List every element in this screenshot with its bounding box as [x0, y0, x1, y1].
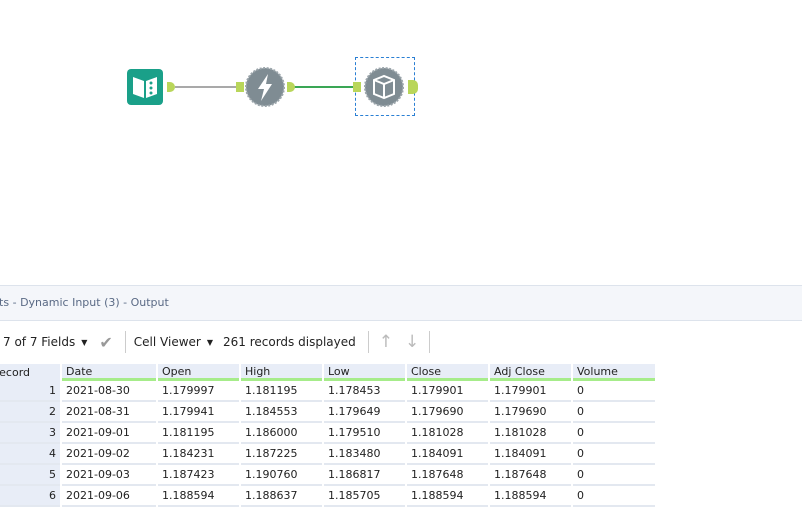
record-number[interactable]: 2 [0, 402, 60, 423]
record-number[interactable]: 5 [0, 465, 60, 486]
table-cell[interactable]: 1.181195 [241, 381, 322, 402]
results-table: RecordDateOpenHighLowCloseAdj CloseVolum… [0, 364, 657, 507]
table-cell[interactable]: 2021-09-06 [62, 486, 156, 507]
table-cell[interactable]: 2021-08-30 [62, 381, 156, 402]
results-subtitle: - Dynamic Input (3) - Output [12, 296, 169, 309]
divider [429, 331, 431, 353]
arrow-down-icon[interactable]: ↓ [405, 332, 419, 352]
table-cell[interactable]: 1.179510 [324, 423, 405, 444]
table-cell[interactable]: 0 [573, 444, 655, 465]
column-header[interactable]: Adj Close [490, 364, 571, 381]
input-anchor[interactable] [236, 82, 244, 92]
table-cell[interactable]: 0 [573, 381, 655, 402]
record-number[interactable]: 3 [0, 423, 60, 444]
table-row[interactable]: 6 2021-09-06 1.188594 1.188637 1.185705 1.188… [0, 486, 655, 507]
column-header[interactable]: Low [324, 364, 405, 381]
table-cell[interactable]: 1.185705 [324, 486, 405, 507]
input-data-tool[interactable] [127, 69, 163, 105]
table-cell[interactable]: 0 [573, 465, 655, 486]
column-header[interactable]: Open [158, 364, 239, 381]
table-cell[interactable]: 1.187225 [241, 444, 322, 465]
table-cell[interactable]: 1.183480 [324, 444, 405, 465]
table-cell[interactable]: 1.184091 [407, 444, 488, 465]
table-cell[interactable]: 1.187648 [407, 465, 488, 486]
table-cell[interactable]: 1.186000 [241, 423, 322, 444]
table-cell[interactable]: 1.181028 [490, 423, 571, 444]
table-cell[interactable]: 1.188594 [490, 486, 571, 507]
table-cell[interactable]: 1.184553 [241, 402, 322, 423]
table-cell[interactable]: 1.184231 [158, 444, 239, 465]
results-title: lts [0, 296, 10, 309]
divider [367, 331, 369, 353]
fields-dropdown[interactable]: 7 of 7 Fields ▼ [3, 321, 87, 363]
column-header[interactable]: Close [407, 364, 488, 381]
chevron-down-icon: ▼ [206, 337, 213, 347]
table-row[interactable]: 4 2021-09-02 1.184231 1.187225 1.183480 1.184… [0, 444, 655, 465]
table-cell[interactable]: 1.179997 [158, 381, 239, 402]
table-cell[interactable]: 1.186817 [324, 465, 405, 486]
browse-icon [364, 67, 404, 107]
checkmark-icon[interactable]: ✔ [99, 333, 112, 352]
table-cell[interactable]: 2021-09-02 [62, 444, 156, 465]
table-cell[interactable]: 1.179649 [324, 402, 405, 423]
workflow-canvas[interactable] [0, 0, 802, 285]
records-count: 261 records displayed [223, 335, 356, 349]
column-header[interactable]: Date [62, 364, 156, 381]
table-cell[interactable]: 1.179690 [490, 402, 571, 423]
book-icon [127, 69, 163, 105]
results-toolbar: 7 of 7 Fields ▼ ✔ Cell Viewer ▼ 261 record… [0, 321, 802, 363]
chevron-down-icon: ▼ [81, 337, 88, 347]
table-cell[interactable]: 1.187423 [158, 465, 239, 486]
table-row[interactable]: 1 2021-08-30 1.179997 1.181195 1.178453 1.179… [0, 381, 655, 402]
record-number[interactable]: 6 [0, 486, 60, 507]
lightning-icon [245, 67, 285, 107]
table-cell[interactable]: 0 [573, 423, 655, 444]
table-cell[interactable]: 1.178453 [324, 381, 405, 402]
table-row[interactable]: 3 2021-09-01 1.181195 1.186000 1.179510 1.181… [0, 423, 655, 444]
output-anchor[interactable] [408, 80, 418, 94]
table-cell[interactable]: 0 [573, 486, 655, 507]
viewer-label: Cell Viewer [133, 335, 201, 349]
table-cell[interactable]: 2021-09-01 [62, 423, 156, 444]
connections [175, 86, 355, 88]
table-cell[interactable]: 1.179941 [158, 402, 239, 423]
table-cell[interactable]: 1.188594 [158, 486, 239, 507]
table-cell[interactable]: 1.181028 [407, 423, 488, 444]
browse-tool-selected[interactable] [355, 57, 415, 116]
table-row[interactable]: 5 2021-09-03 1.187423 1.190760 1.186817 1.187… [0, 465, 655, 486]
table-cell[interactable]: 1.179901 [490, 381, 571, 402]
results-header: lts - Dynamic Input (3) - Output [0, 285, 802, 321]
table-row[interactable]: 2 2021-08-31 1.179941 1.184553 1.179649 1.179… [0, 402, 655, 423]
record-number[interactable]: 4 [0, 444, 60, 465]
table-cell[interactable]: 0 [573, 402, 655, 423]
table-cell[interactable]: 1.188594 [407, 486, 488, 507]
table-cell[interactable]: 1.181195 [158, 423, 239, 444]
table-cell[interactable]: 1.190760 [241, 465, 322, 486]
divider [124, 331, 126, 353]
column-header[interactable]: Record [0, 364, 60, 381]
cell-viewer-dropdown[interactable]: Cell Viewer ▼ [134, 321, 213, 363]
table-cell[interactable]: 1.188637 [241, 486, 322, 507]
table-cell[interactable]: 1.187648 [490, 465, 571, 486]
table-cell[interactable]: 1.184091 [490, 444, 571, 465]
column-header[interactable]: Volume [573, 364, 655, 381]
input-anchor[interactable] [353, 82, 361, 92]
record-number[interactable]: 1 [0, 381, 60, 402]
fields-label: 7 of 7 Fields [3, 335, 76, 349]
table-cell[interactable]: 1.179901 [407, 381, 488, 402]
table-cell[interactable]: 2021-09-03 [62, 465, 156, 486]
table-cell[interactable]: 1.179690 [407, 402, 488, 423]
table-cell[interactable]: 2021-08-31 [62, 402, 156, 423]
column-header[interactable]: High [241, 364, 322, 381]
dynamic-input-tool[interactable] [245, 67, 285, 107]
arrow-up-icon[interactable]: ↑ [379, 332, 393, 352]
